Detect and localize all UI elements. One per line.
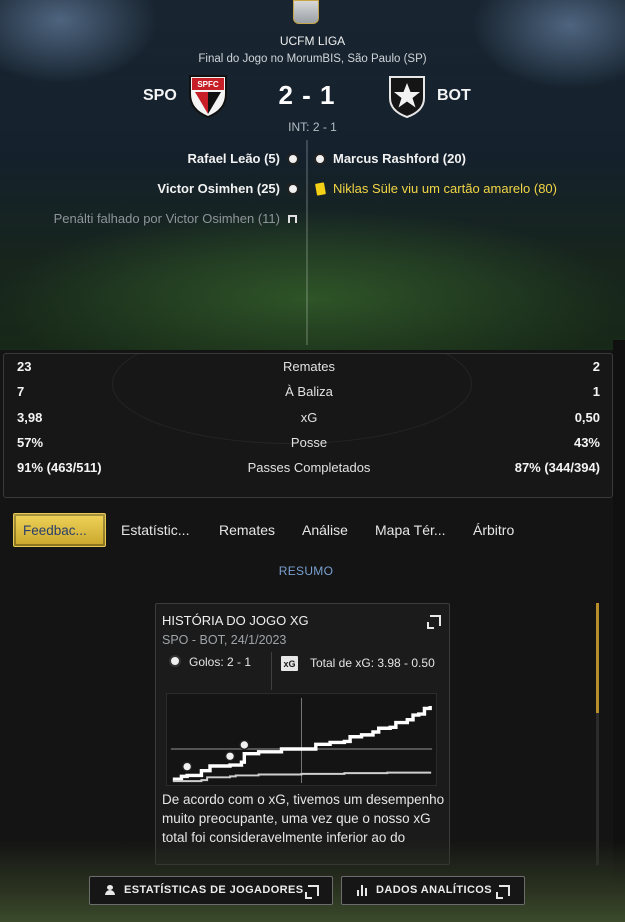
card-subtitle: SPO - BOT, 24/1/2023 — [162, 633, 287, 647]
stat-away-value: 2 — [592, 359, 600, 374]
goal-ball-icon — [287, 183, 299, 195]
stat-row: 3,98 xG 0,50 — [4, 410, 612, 430]
goal-marker[interactable] — [181, 761, 193, 772]
player-stats-label: ESTATÍSTICAS DE JOGADORES — [124, 884, 304, 896]
external-link-icon — [496, 885, 510, 899]
stat-away-value: 0,50 — [574, 410, 600, 425]
stat-label: À Baliza — [285, 384, 333, 399]
tab-referee[interactable]: Árbitro — [473, 513, 514, 547]
home-goal-event[interactable]: Victor Osimhen (25) — [157, 181, 280, 196]
stat-away-value: 1 — [592, 384, 600, 399]
expand-icon[interactable] — [427, 615, 441, 629]
goal-marker[interactable] — [239, 739, 250, 751]
external-link-icon — [305, 885, 319, 899]
stat-row: 57% Posse 43% — [4, 435, 612, 455]
missed-penalty-event[interactable]: Penálti falhado por Victor Osimhen (11) — [54, 211, 280, 226]
goal-ball-icon — [287, 153, 299, 165]
tab-analysis[interactable]: Análise — [302, 513, 348, 547]
summary-section-label: RESUMO — [278, 564, 334, 578]
home-team-crest[interactable]: SPFC — [188, 74, 228, 118]
home-team-abbr[interactable]: SPO — [143, 87, 177, 105]
tab-statistics[interactable]: Estatístic... — [121, 513, 189, 547]
stat-away-value: 43% — [573, 435, 600, 450]
analytics-label: DADOS ANALÍTICOS — [376, 884, 492, 896]
home-goal-event[interactable]: Rafael Leão (5) — [188, 151, 280, 166]
card-body-text: De acordo com o xG, tivemos um desempenh… — [162, 792, 445, 845]
football-icon — [169, 655, 181, 667]
analytics-button[interactable]: DADOS ANALÍTICOS — [341, 876, 525, 905]
stat-row: 91% (463/511) Passes Completados 87% (34… — [4, 460, 612, 480]
missed-penalty-icon — [288, 215, 297, 223]
away-team-crest[interactable] — [387, 74, 427, 118]
stat-label: Posse — [290, 435, 328, 450]
match-venue: Final do Jogo no MorumBIS, São Paulo (SP… — [198, 53, 427, 65]
tab-heat-map[interactable]: Mapa Tér... — [375, 513, 446, 547]
divider — [271, 652, 272, 690]
goal-ball-icon — [314, 153, 326, 165]
card-title: HISTÓRIA DO JOGO XG — [162, 613, 309, 628]
scrollbar-thumb[interactable] — [596, 603, 599, 713]
content-scrollbar[interactable] — [596, 603, 599, 865]
match-tabs: Feedbac... Estatístic... Remates Análise… — [0, 513, 625, 551]
halftime-score: INT: 2 - 1 — [288, 120, 337, 134]
bar-chart-icon — [357, 885, 368, 896]
tab-feedback[interactable]: Feedbac... — [13, 513, 106, 547]
xg-timeline-chart[interactable] — [166, 693, 437, 786]
league-logo — [293, 0, 319, 24]
goals-summary: Golos: 2 - 1 — [189, 655, 252, 669]
away-goal-event[interactable]: Marcus Rashford (20) — [333, 151, 466, 166]
right-edge — [613, 340, 625, 922]
away-booking-event[interactable]: Niklas Süle viu um cartão amarelo (80) — [333, 181, 557, 196]
stat-away-value: 87% (344/394) — [514, 460, 600, 475]
yellow-card-icon — [315, 182, 326, 196]
stat-row: 23 Remates 2 — [4, 359, 612, 379]
home-crest-text: SPFC — [197, 80, 219, 89]
league-name[interactable]: UCFM LIGA — [0, 34, 625, 48]
match-stats-panel: 23 Remates 2 7 À Baliza 1 3,98 xG 0,50 5… — [3, 353, 613, 498]
total-xg-summary: Total de xG: 3.98 - 0.50 — [310, 656, 435, 670]
away-team-abbr[interactable]: BOT — [437, 87, 471, 105]
pitch-halfway-line — [306, 140, 308, 345]
stat-label: xG — [300, 410, 318, 425]
stat-row: 7 À Baliza 1 — [4, 384, 612, 404]
match-score: 2 - 1 — [278, 80, 336, 110]
person-icon — [105, 885, 115, 895]
goal-marker[interactable] — [224, 751, 236, 762]
xg-story-card[interactable]: HISTÓRIA DO JOGO XG SPO - BOT, 24/1/2023… — [155, 603, 450, 865]
tab-shots[interactable]: Remates — [219, 513, 275, 547]
xg-icon: xG — [281, 656, 298, 671]
player-stats-button[interactable]: ESTATÍSTICAS DE JOGADORES — [89, 876, 333, 905]
stat-label: Remates — [282, 359, 336, 374]
